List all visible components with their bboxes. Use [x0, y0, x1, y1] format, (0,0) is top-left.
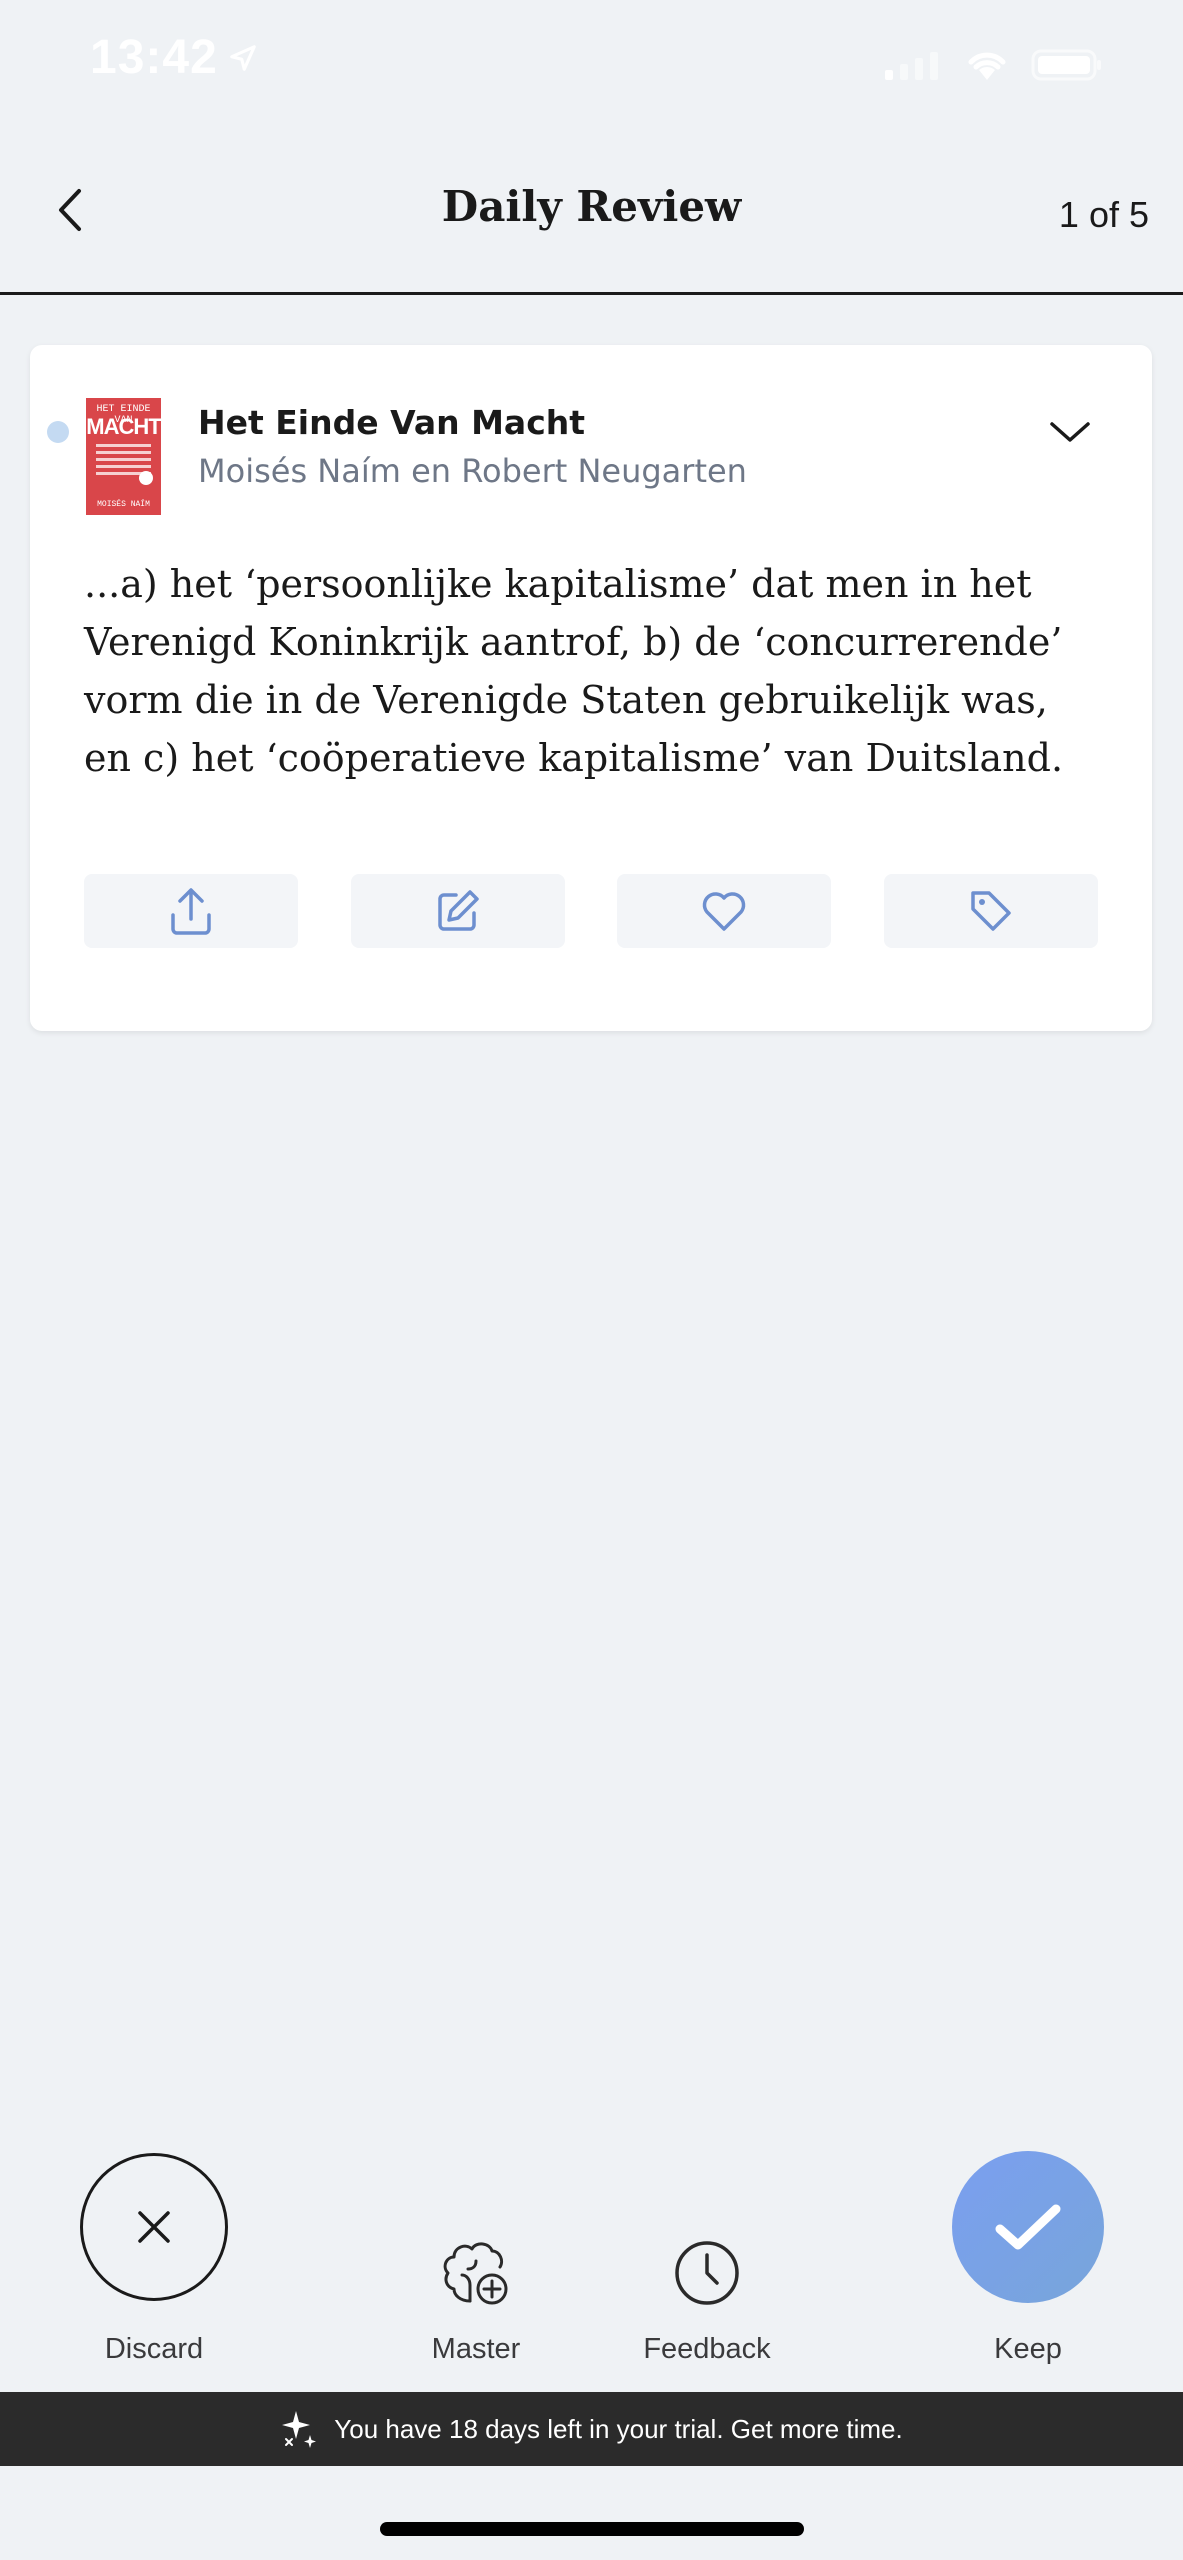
edit-icon — [437, 890, 479, 931]
cover-main-text: MACHT — [86, 414, 161, 439]
share-icon — [171, 888, 211, 935]
card-actions — [84, 874, 1098, 948]
discard-label: Discard — [104, 2333, 204, 2365]
status-bar-time: 13:42 — [90, 30, 258, 85]
unread-dot — [47, 421, 69, 443]
trial-banner[interactable]: You have 18 days left in your trial. Get… — [0, 2392, 1183, 2466]
keep-button[interactable] — [952, 2151, 1104, 2303]
heart-icon — [703, 892, 746, 931]
battery-icon — [1031, 49, 1101, 81]
highlight-text: ...a) het ‘persoonlijke kapitalisme’ dat… — [84, 562, 1064, 780]
master-label: Master — [431, 2333, 521, 2365]
page-title: Daily Review — [441, 182, 742, 231]
close-icon — [138, 2211, 170, 2243]
master-button[interactable] — [436, 2235, 516, 2315]
status-bar-icons — [883, 48, 1103, 82]
book-cover: HET EINDE VAN MACHT MOISÉS NAÍM — [86, 398, 161, 515]
home-indicator[interactable] — [380, 2522, 804, 2536]
favorite-button[interactable] — [617, 874, 832, 948]
cover-badge — [139, 471, 153, 485]
edit-button[interactable] — [350, 874, 565, 948]
keep-label: Keep — [994, 2333, 1062, 2365]
discard-button[interactable] — [80, 2153, 228, 2301]
checkmark-icon — [995, 2204, 1061, 2250]
cover-bottom-text: MOISÉS NAÍM — [97, 500, 150, 509]
wifi-icon — [968, 52, 1006, 80]
status-time-text: 13:42 — [90, 31, 218, 84]
book-author: Moisés Naím en Robert Neugarten — [198, 452, 747, 490]
review-counter: 1 of 5 — [1058, 194, 1149, 235]
chevron-down-icon — [1050, 422, 1090, 442]
share-button[interactable] — [84, 874, 298, 948]
tag-icon — [971, 891, 1011, 931]
feedback-button[interactable] — [671, 2237, 743, 2309]
signal-icon — [885, 52, 938, 80]
feedback-label: Feedback — [643, 2333, 771, 2365]
header-divider — [0, 292, 1183, 295]
book-title: Het Einde Van Macht — [198, 403, 586, 442]
expand-button[interactable] — [1040, 410, 1100, 454]
location-arrow-icon — [229, 44, 256, 71]
trial-banner-text: You have 18 days left in your trial. Get… — [334, 2413, 903, 2444]
brain-plus-icon — [443, 2242, 508, 2305]
sparkles-icon — [282, 2411, 317, 2448]
clock-icon — [675, 2241, 739, 2305]
tag-button[interactable] — [883, 874, 1098, 948]
